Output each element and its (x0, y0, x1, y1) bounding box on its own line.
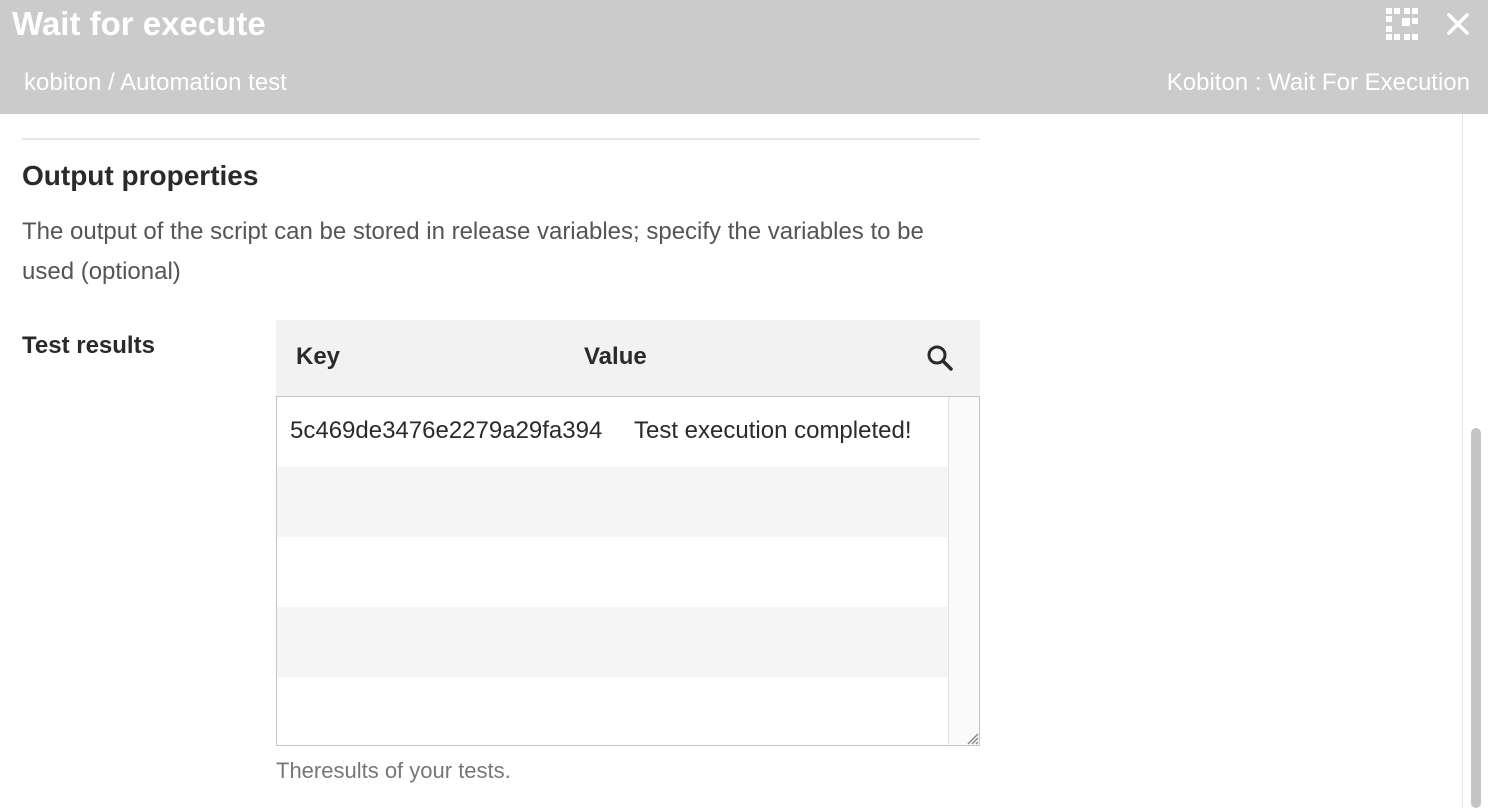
page-scrollbar[interactable] (1462, 114, 1488, 808)
row-value: Test execution completed! (634, 417, 912, 444)
table-scrollbar[interactable] (948, 397, 979, 745)
empty-row (277, 467, 949, 537)
search-icon[interactable] (922, 340, 958, 376)
task-type-label: Kobiton : Wait For Execution (1166, 69, 1470, 96)
table-rows: 5c469de3476e2279a29fa394 Test execution … (277, 397, 949, 745)
close-icon[interactable] (1440, 6, 1476, 42)
header-actions (1384, 6, 1476, 42)
empty-row (277, 607, 949, 677)
fullscreen-exit-icon[interactable] (1384, 6, 1420, 42)
row-key: 5c469de3476e2279a29fa394 (290, 417, 603, 444)
empty-row (277, 537, 949, 607)
help-text: Theresults of your tests. (276, 758, 511, 783)
empty-row (277, 677, 949, 745)
section-divider (22, 138, 980, 140)
key-value-header: Key Value (276, 320, 980, 398)
scrollbar-thumb[interactable] (1471, 428, 1481, 808)
resize-handle-icon[interactable] (963, 729, 979, 745)
dialog-header: Wait for execute kobiton / Automation te… (0, 0, 1488, 114)
dialog-content: Output properties The output of the scri… (0, 114, 1462, 808)
section-description: The output of the script can be stored i… (22, 218, 924, 285)
section-title: Output properties (22, 160, 259, 191)
table-row[interactable]: 5c469de3476e2279a29fa394 Test execution … (277, 397, 949, 467)
breadcrumb: kobiton / Automation test (24, 69, 287, 96)
key-column-header: Key (296, 343, 341, 370)
test-results-table[interactable]: 5c469de3476e2279a29fa394 Test execution … (276, 396, 980, 746)
value-column-header: Value (584, 343, 647, 370)
dialog-title: Wait for execute (12, 5, 266, 42)
test-results-label: Test results (22, 332, 155, 359)
